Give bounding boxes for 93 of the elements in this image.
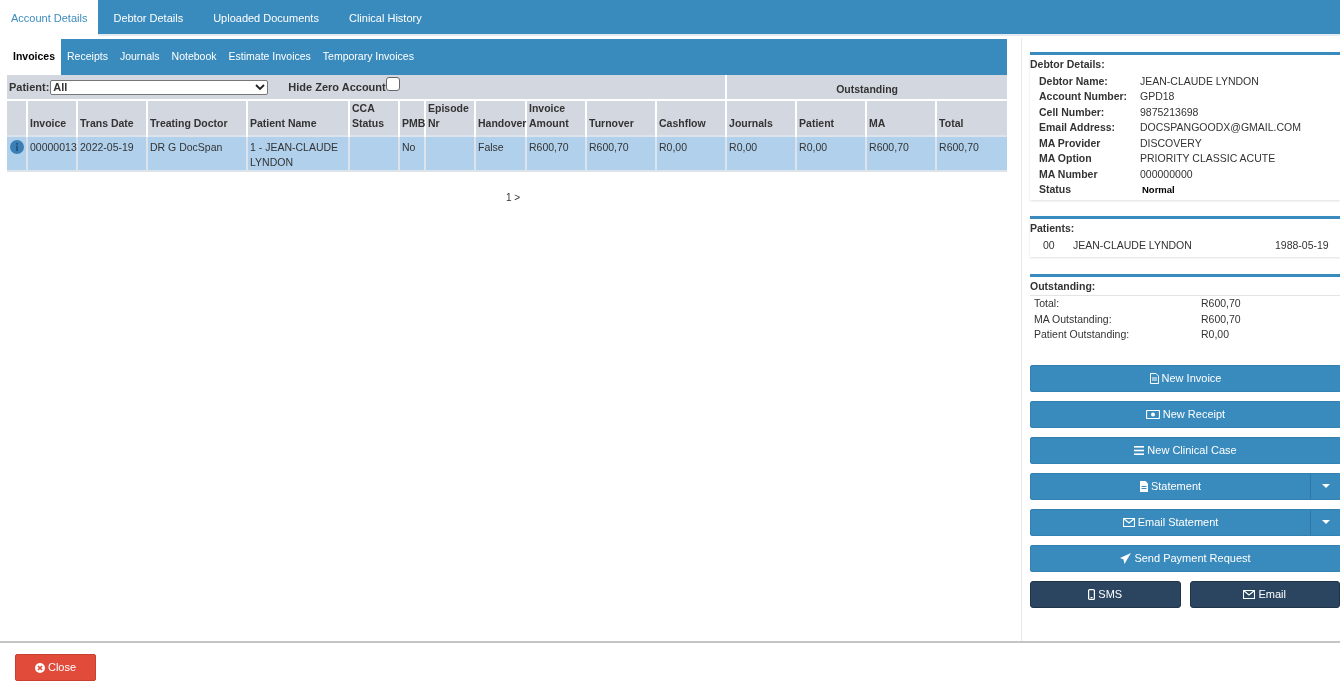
document-icon (1149, 372, 1159, 384)
column-header: Journals (726, 100, 797, 136)
column-header: PMB (399, 100, 425, 136)
column-header: Episode Nr (425, 100, 475, 136)
tab[interactable]: Account Details (0, 0, 99, 36)
caret-icon (1321, 484, 1330, 489)
subtab[interactable]: Receipts (61, 39, 114, 75)
action-button[interactable]: New Invoice (1030, 364, 1340, 392)
checkbox-label: Hide Zero Account (288, 79, 386, 95)
table-cell: DR G DocSpan (150, 141, 223, 153)
patient-number: 00 (1042, 237, 1056, 253)
phone-icon (1088, 588, 1096, 600)
column-header: Patient Name (247, 100, 349, 136)
column-header: Treating Doctor (147, 100, 247, 136)
envelope-icon (1122, 517, 1135, 527)
column-header: Handover (475, 100, 526, 136)
section-title: Debtor Details: (1030, 57, 1106, 72)
field-label: MA Provider (1039, 135, 1102, 151)
column-header: Patient (796, 100, 867, 136)
field-label: Cell Number: (1039, 104, 1106, 120)
table-cell: 2022-05-19 (80, 141, 134, 153)
tab[interactable]: Clinical History (333, 0, 437, 36)
document-icon (1139, 480, 1148, 492)
tab[interactable]: Debtor Details (98, 0, 199, 36)
action-button[interactable]: New Receipt (1030, 400, 1340, 428)
field-label: MA Number (1039, 166, 1099, 182)
column-group-header: Outstanding (726, 75, 1008, 100)
paper-plane-icon (1120, 552, 1132, 564)
close-icon (34, 662, 45, 673)
subtab[interactable]: Notebook (165, 39, 223, 75)
patient-name[interactable]: JEAN-CLAUDE LYNDON (1073, 237, 1275, 254)
column-header: CCA Status (349, 100, 399, 136)
hide-zero-checkbox[interactable] (385, 77, 400, 91)
field-label: Status (1039, 182, 1073, 198)
envelope-icon (1243, 589, 1256, 599)
field-label: Debtor Name: (1039, 73, 1109, 89)
field-label: Total: (1034, 296, 1061, 312)
table-cell: R0,00 (729, 141, 758, 153)
field-value: 9875213698 (1140, 104, 1199, 120)
subtab[interactable]: Invoices (7, 39, 62, 75)
birth-date: 1988-05-19 (1275, 237, 1329, 253)
section-title: Outstanding: (1030, 276, 1340, 297)
table-cell: False (478, 141, 504, 153)
patient-select[interactable]: All (50, 79, 269, 95)
table-cell: R600,70 (529, 141, 569, 153)
column-header: MA (866, 100, 937, 136)
action-button[interactable]: Send Payment Request (1030, 544, 1340, 572)
action-button[interactable]: New Clinical Case (1030, 436, 1340, 464)
field-label: Account Number: (1039, 89, 1129, 105)
close-button[interactable]: Close (15, 654, 96, 681)
info-icon[interactable] (10, 140, 24, 154)
field-label: MA Option (1039, 151, 1093, 167)
pagination[interactable]: 1 > (505, 190, 521, 205)
table-cell: R600,70 (939, 141, 979, 153)
field-label: Patient: (9, 79, 50, 95)
field-value: DISCOVERY (1140, 135, 1202, 151)
table-cell: R0,00 (799, 141, 828, 153)
money-icon (1145, 409, 1160, 419)
column-header: Invoice (27, 100, 77, 136)
subtab[interactable]: Journals (113, 39, 166, 75)
field-value: R0,00 (1201, 327, 1230, 343)
table-cell: 00000013 (30, 141, 77, 153)
field-value: GPD18 (1140, 89, 1175, 105)
table-cell: 1 - JEAN-CLAUDE LYNDON (250, 141, 339, 168)
field-value: JEAN-CLAUDE LYNDON (1140, 73, 1259, 89)
menu-icon (1134, 445, 1145, 455)
table-cell: No (402, 141, 416, 153)
field-value: Normal (1142, 182, 1175, 197)
field-value: DOCSPANGOODX@GMAIL.COM (1140, 120, 1301, 136)
field-value: R600,70 (1201, 311, 1241, 327)
field-label: Patient Outstanding: (1034, 327, 1131, 343)
column-header: Trans Date (77, 100, 147, 136)
sms-button[interactable]: SMS (1030, 580, 1181, 608)
field-value: PRIORITY CLASSIC ACUTE (1140, 151, 1276, 167)
table-cell: R0,00 (659, 141, 688, 153)
field-label: Email Address: (1039, 120, 1117, 136)
caret-icon (1321, 520, 1330, 525)
tab[interactable]: Uploaded Documents (198, 0, 334, 36)
subtab[interactable]: Temporary Invoices (316, 39, 420, 75)
column-header: Total (936, 100, 1008, 136)
column-header: Cashflow (656, 100, 727, 136)
table-cell: R600,70 (589, 141, 629, 153)
column-header: Turnover (586, 100, 656, 136)
field-value: 000000000 (1140, 166, 1193, 182)
field-value: R600,70 (1201, 296, 1241, 312)
email-button[interactable]: Email (1189, 580, 1340, 608)
table-cell: R600,70 (869, 141, 909, 153)
chevron-down-icon (255, 83, 266, 91)
table-row[interactable]: 00000013 2022-05-19 DR G DocSpan 1 - JEAN-CLAUDE LYNDON No False R600,70 R600,70 R0,00 R0,00 R0,00 R600,70 R600,70 (7, 136, 1008, 171)
column-header: Invoice Amount (526, 100, 586, 136)
field-label: MA Outstanding: (1034, 311, 1113, 327)
section-title: Patients: (1030, 220, 1076, 236)
subtab[interactable]: Estimate Invoices (222, 39, 317, 75)
